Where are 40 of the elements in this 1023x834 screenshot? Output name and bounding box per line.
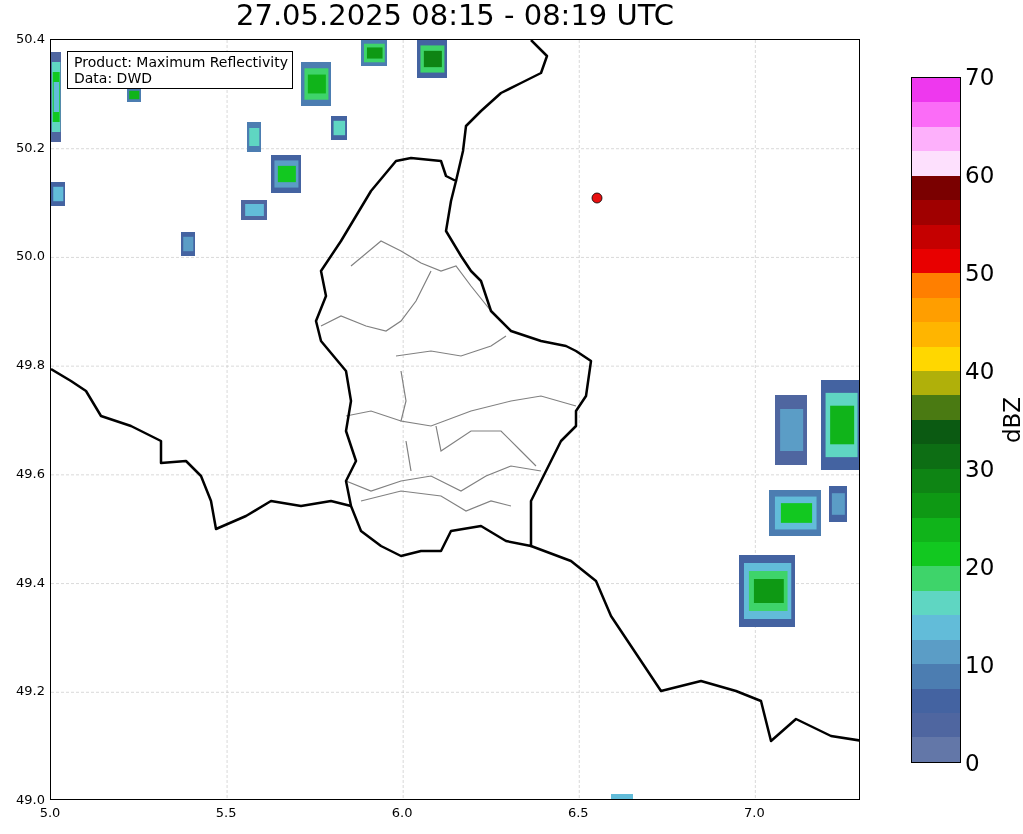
colorbar-tick-label: 0 bbox=[964, 750, 981, 776]
radar-echo bbox=[331, 116, 347, 140]
colorbar-tick-label: 70 bbox=[964, 64, 996, 90]
colorbar-tick-label: 50 bbox=[964, 260, 996, 286]
radar-echo bbox=[829, 486, 847, 522]
x-tick-label: 6.5 bbox=[567, 806, 589, 820]
radar-echo bbox=[611, 794, 633, 799]
y-tick-label: 49.0 bbox=[16, 792, 45, 807]
radar-echo bbox=[301, 62, 331, 106]
radar-echo bbox=[247, 122, 261, 152]
colorbar-tick-label: 10 bbox=[964, 652, 996, 678]
chart-title: 27.05.2025 08:15 - 08:19 UTC bbox=[236, 0, 674, 34]
radar-echo bbox=[775, 395, 807, 465]
radar-echo bbox=[361, 40, 387, 66]
radar-echo bbox=[417, 40, 447, 78]
y-tick-label: 50.0 bbox=[16, 249, 45, 264]
info-text: Product: Maximum Reflectivity bbox=[74, 54, 288, 70]
radar-echo bbox=[51, 182, 65, 206]
colorbar-label: dBZ bbox=[999, 396, 1023, 444]
radar-echo bbox=[241, 200, 267, 220]
radar-echo bbox=[271, 155, 301, 193]
x-tick-label: 5.0 bbox=[39, 806, 61, 820]
radar-echo bbox=[181, 232, 195, 256]
x-tick-label: 7.0 bbox=[744, 806, 765, 820]
x-tick-label: 6.0 bbox=[391, 806, 413, 820]
x-tick-label: 5.5 bbox=[215, 806, 237, 820]
y-tick-label: 49.8 bbox=[16, 358, 45, 373]
colorbar-tick-label: 20 bbox=[964, 554, 996, 580]
location-marker bbox=[591, 192, 603, 204]
colorbar-tick-label: 40 bbox=[964, 358, 996, 384]
y-tick-label: 49.4 bbox=[16, 575, 45, 590]
colorbar-tick-label: 60 bbox=[964, 162, 996, 188]
y-tick-label: 50.4 bbox=[16, 32, 45, 46]
radar-echo bbox=[739, 555, 795, 627]
radar-echo bbox=[769, 490, 821, 536]
info-text: Data: DWD bbox=[74, 70, 153, 86]
y-tick-label: 49.6 bbox=[16, 466, 45, 481]
y-tick-label: 49.2 bbox=[16, 684, 45, 699]
y-tick-label: 50.2 bbox=[16, 140, 45, 155]
colorbar-tick-label: 30 bbox=[964, 456, 996, 482]
